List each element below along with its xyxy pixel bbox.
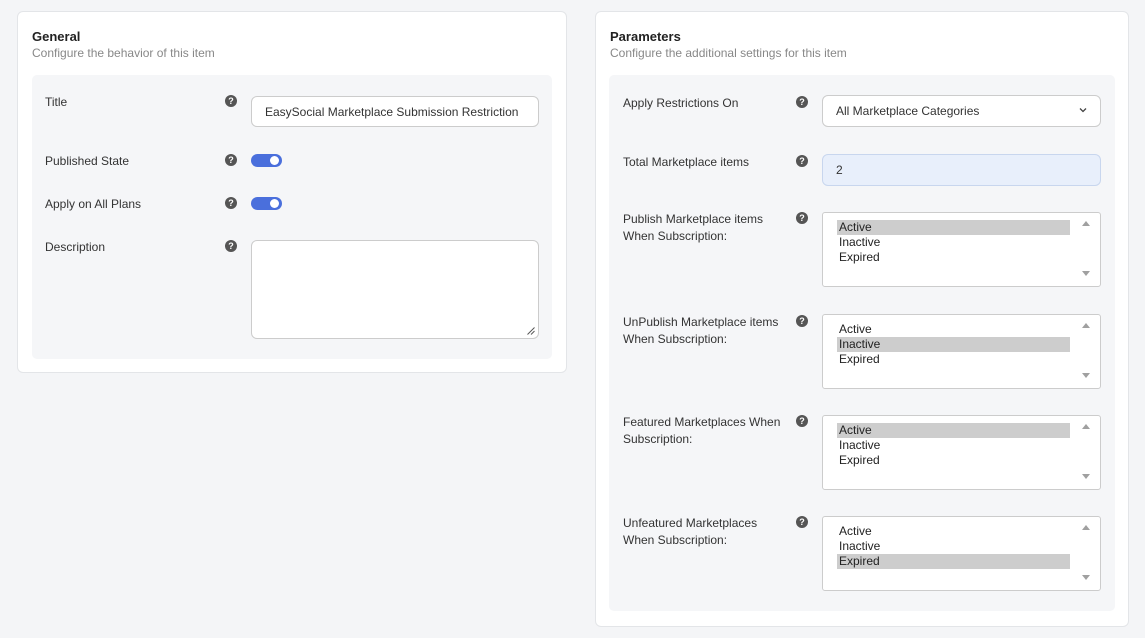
unfeatured-when-label: Unfeatured Marketplaces When Subscriptio…	[623, 515, 757, 549]
publish-when-label: Publish Marketplace items When Subscript…	[623, 211, 763, 245]
question-circle-icon[interactable]: ?	[796, 315, 808, 327]
published-state-toggle[interactable]	[251, 154, 282, 167]
option-active[interactable]: Active	[837, 423, 1070, 438]
unpublish-when-listbox[interactable]: Active Inactive Expired	[822, 314, 1101, 389]
option-expired[interactable]: Expired	[837, 250, 1070, 265]
option-expired[interactable]: Expired	[837, 453, 1070, 468]
unpublish-when-label-line1: UnPublish Marketplace items	[623, 315, 779, 329]
general-subtitle: Configure the behavior of this item	[32, 46, 215, 60]
unfeatured-when-label-line2: When Subscription:	[623, 533, 728, 547]
chevron-down-icon	[1079, 108, 1087, 113]
question-circle-icon[interactable]: ?	[225, 197, 237, 209]
apply-restrictions-select[interactable]: All Marketplace Categories	[822, 95, 1101, 127]
question-circle-icon[interactable]: ?	[796, 155, 808, 167]
apply-all-plans-toggle[interactable]	[251, 197, 282, 210]
question-circle-icon[interactable]: ?	[796, 415, 808, 427]
apply-all-plans-label: Apply on All Plans	[45, 197, 142, 211]
scroll-down-arrow-icon[interactable]	[1082, 271, 1090, 276]
parameters-subtitle: Configure the additional settings for th…	[610, 46, 847, 60]
publish-when-label-line1: Publish Marketplace items	[623, 212, 764, 226]
option-inactive[interactable]: Inactive	[837, 539, 1070, 554]
description-textarea[interactable]	[251, 240, 539, 339]
unfeatured-when-listbox[interactable]: Active Inactive Expired	[822, 516, 1101, 591]
featured-when-label-line1: Featured Marketplaces When	[623, 415, 781, 429]
total-items-label: Total Marketplace items	[623, 155, 750, 169]
featured-when-listbox[interactable]: Active Inactive Expired	[822, 415, 1101, 490]
parameters-card: Parameters Configure the additional sett…	[595, 11, 1129, 627]
general-fields: Title ? EasySocial Marketplace Submissio…	[32, 75, 552, 359]
publish-when-label-line2: When Subscription:	[623, 229, 728, 243]
scroll-up-arrow-icon[interactable]	[1082, 323, 1090, 328]
option-expired[interactable]: Expired	[837, 554, 1070, 569]
scroll-up-arrow-icon[interactable]	[1082, 525, 1090, 530]
scroll-down-arrow-icon[interactable]	[1082, 373, 1090, 378]
title-label: Title	[45, 95, 68, 109]
option-inactive[interactable]: Inactive	[837, 337, 1070, 352]
parameters-fields: Apply Restrictions On ? All Marketplace …	[609, 75, 1115, 611]
published-state-label: Published State	[45, 154, 130, 168]
title-input[interactable]: EasySocial Marketplace Submission Restri…	[251, 96, 539, 127]
question-circle-icon[interactable]: ?	[796, 96, 808, 108]
general-card: General Configure the behavior of this i…	[17, 11, 567, 373]
scroll-down-arrow-icon[interactable]	[1082, 474, 1090, 479]
description-label: Description	[45, 240, 106, 254]
scroll-up-arrow-icon[interactable]	[1082, 221, 1090, 226]
unpublish-when-label: UnPublish Marketplace items When Subscri…	[623, 314, 778, 348]
option-expired[interactable]: Expired	[837, 352, 1070, 367]
apply-restrictions-value: All Marketplace Categories	[836, 104, 980, 118]
question-circle-icon[interactable]: ?	[225, 240, 237, 252]
unpublish-when-label-line2: When Subscription:	[623, 332, 728, 346]
question-circle-icon[interactable]: ?	[796, 212, 808, 224]
option-active[interactable]: Active	[837, 322, 1070, 337]
option-inactive[interactable]: Inactive	[837, 438, 1070, 453]
question-circle-icon[interactable]: ?	[225, 154, 237, 166]
parameters-title: Parameters	[610, 29, 681, 44]
featured-when-label: Featured Marketplaces When Subscription:	[623, 414, 780, 448]
option-inactive[interactable]: Inactive	[837, 235, 1070, 250]
featured-when-label-line2: Subscription:	[623, 432, 693, 446]
resize-handle-icon[interactable]	[527, 327, 535, 335]
scroll-down-arrow-icon[interactable]	[1082, 575, 1090, 580]
option-active[interactable]: Active	[837, 524, 1070, 539]
question-circle-icon[interactable]: ?	[225, 95, 237, 107]
option-active[interactable]: Active	[837, 220, 1070, 235]
toggle-knob	[270, 156, 279, 165]
total-items-input[interactable]: 2	[822, 154, 1101, 186]
unfeatured-when-label-line1: Unfeatured Marketplaces	[623, 516, 758, 530]
scroll-up-arrow-icon[interactable]	[1082, 424, 1090, 429]
question-circle-icon[interactable]: ?	[796, 516, 808, 528]
toggle-knob	[270, 199, 279, 208]
apply-restrictions-label: Apply Restrictions On	[623, 96, 739, 110]
general-title: General	[32, 29, 81, 44]
publish-when-listbox[interactable]: Active Inactive Expired	[822, 212, 1101, 287]
